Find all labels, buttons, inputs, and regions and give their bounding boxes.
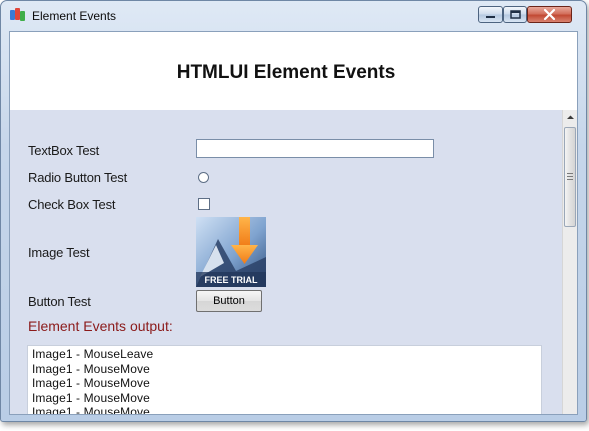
close-icon [543,8,556,21]
log-line: Image1 - MouseMove [32,376,150,391]
free-trial-image[interactable]: FREE TRIAL [196,217,266,287]
button-label: Button Test [28,294,91,309]
minimize-button[interactable] [478,6,503,23]
free-trial-caption: FREE TRIAL [205,275,259,285]
app-window: Element Events HTMLUI Element Events Tex… [0,0,587,422]
close-button[interactable] [527,6,572,23]
page-title: HTMLUI Element Events [176,62,396,83]
app-icon [10,8,25,21]
log-line: Image1 - MouseMove [32,405,150,415]
client-area: HTMLUI Element Events TextBox Test Radio… [9,31,578,415]
chevron-up-icon[interactable] [563,110,578,125]
radio-label: Radio Button Test [28,170,127,185]
page-header: HTMLUI Element Events [10,32,577,110]
radio-button[interactable] [198,172,209,183]
checkbox-label: Check Box Test [28,197,116,212]
vertical-scrollbar[interactable] [562,110,577,414]
form-panel: TextBox Test Radio Button Test Check Box… [10,110,562,414]
textbox-label: TextBox Test [28,143,100,158]
title-bar[interactable]: Element Events [1,1,586,29]
window-title: Element Events [32,9,117,23]
log-line: Image1 - MouseLeave [32,347,154,361]
scrollbar-thumb[interactable] [564,127,576,227]
output-heading: Element Events output: [28,318,173,334]
checkbox[interactable] [198,198,210,210]
log-line: Image1 - MouseMove [32,390,150,405]
free-trial-image-graphic: FREE TRIAL [196,217,266,287]
textbox-input[interactable] [196,139,434,158]
grip-icon [567,173,573,180]
log-line: Image1 - MouseMove [32,361,150,376]
maximize-button[interactable] [503,6,527,23]
minimize-icon [486,16,495,18]
events-output-list[interactable]: Image1 - MouseLeave Image1 - MouseMove I… [27,345,542,415]
maximize-icon [510,10,521,19]
test-button[interactable]: Button [196,290,262,312]
image-label: Image Test [28,245,90,260]
